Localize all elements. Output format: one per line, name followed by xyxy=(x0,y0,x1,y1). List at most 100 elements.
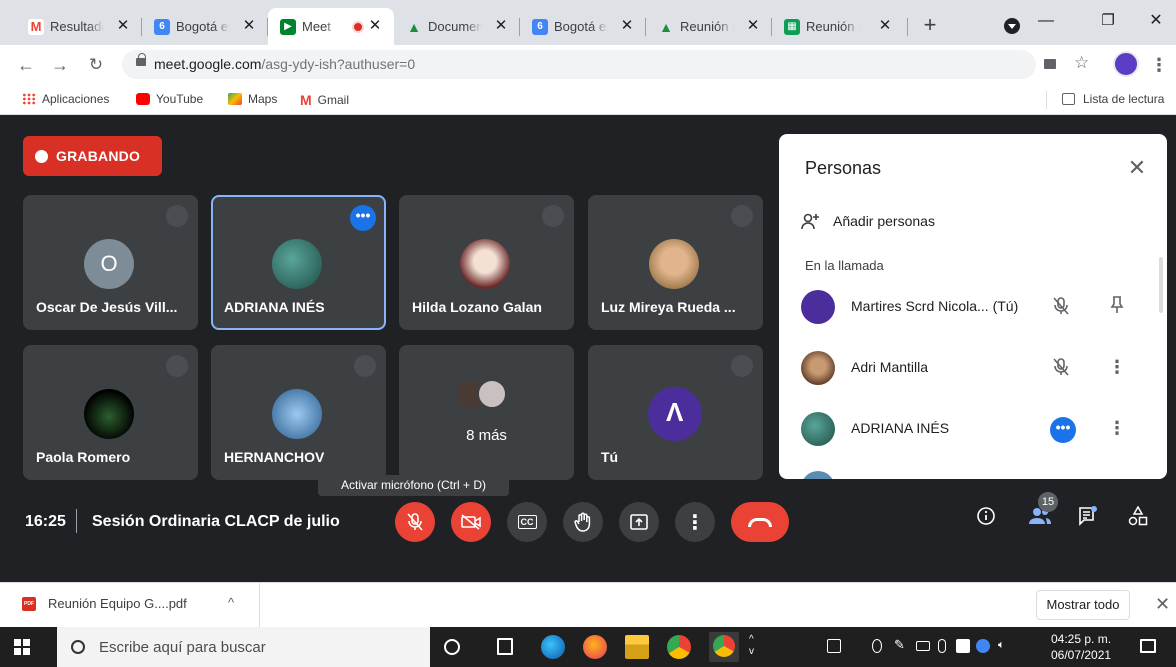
tab-drive-reunion[interactable]: ▲ Reunión E ✕ xyxy=(646,8,772,45)
pin-icon[interactable] xyxy=(1107,296,1127,316)
reload-icon[interactable]: ↻ xyxy=(84,53,108,77)
activities-button[interactable] xyxy=(1124,505,1152,534)
participant-row[interactable]: Adri Mantilla ⋮ xyxy=(779,343,1167,395)
close-icon[interactable]: ✕ xyxy=(492,17,510,35)
bookmark-gmail[interactable]: M Gmail xyxy=(300,92,349,108)
youtube-icon xyxy=(136,93,150,105)
more-participants-tile[interactable]: 8 más xyxy=(399,345,574,480)
task-view-icon[interactable] xyxy=(497,638,513,655)
url-text[interactable]: meet.google.com/asg-ydy-ish?authuser=0 xyxy=(154,56,415,72)
mic-off-icon xyxy=(1051,296,1071,316)
more-options-icon[interactable]: ⋮ xyxy=(1107,357,1127,377)
lock-icon[interactable] xyxy=(136,53,146,66)
participant-tile[interactable]: HERNANCHOV xyxy=(211,345,386,480)
battery-icon[interactable] xyxy=(916,641,930,651)
tab-calendar-2[interactable]: 6 Bogotá es ✕ xyxy=(520,8,646,45)
participant-row[interactable]: Martires Scrd Nicola... (Tú) xyxy=(779,282,1167,334)
close-icon[interactable]: ✕ xyxy=(876,17,894,35)
panel-scrollbar[interactable] xyxy=(1159,257,1163,313)
camera-toggle-button[interactable] xyxy=(451,502,491,542)
captions-button[interactable]: CC xyxy=(507,502,547,542)
bookmark-maps[interactable]: Maps xyxy=(228,92,277,106)
tab-gmail[interactable]: M Resultados ✕ xyxy=(16,8,142,45)
minimize-button[interactable]: — xyxy=(1026,8,1066,34)
profile-avatar[interactable] xyxy=(1113,51,1139,77)
pen-icon[interactable]: ✎ xyxy=(894,637,908,652)
microphone-icon[interactable] xyxy=(938,639,946,653)
participant-tile[interactable]: ••• ADRIANA INÉS xyxy=(211,195,386,330)
raise-hand-button[interactable] xyxy=(563,502,603,542)
more-options-icon[interactable]: ⋮ xyxy=(1107,418,1127,438)
drive-icon: ▲ xyxy=(407,18,421,35)
tab-title: Resultados xyxy=(50,19,104,34)
mic-off-icon xyxy=(1051,357,1071,377)
edge-icon[interactable] xyxy=(541,635,565,659)
close-icon[interactable]: ✕ xyxy=(1124,155,1150,181)
tab-title: Documento xyxy=(428,19,482,34)
display-icon[interactable] xyxy=(956,639,970,653)
network-icon[interactable] xyxy=(976,639,990,653)
tab-search-icon[interactable] xyxy=(1004,18,1020,34)
address-bar[interactable]: meet.google.com/asg-ydy-ish?authuser=0 xyxy=(122,50,1036,79)
add-people-button[interactable]: Añadir personas xyxy=(801,212,935,230)
volume-icon[interactable]: 🔈︎ xyxy=(998,639,1022,653)
participant-tile[interactable]: Luz Mireya Rueda ... xyxy=(588,195,763,330)
self-tile[interactable]: Λ Tú xyxy=(588,345,763,480)
participant-row[interactable]: ADRIANA INÉS ••• ⋮ xyxy=(779,404,1167,456)
avatar: O xyxy=(84,239,134,289)
cortana-icon[interactable] xyxy=(444,639,460,655)
close-icon[interactable]: ✕ xyxy=(240,17,258,35)
bookmark-label: Maps xyxy=(248,92,278,106)
url-path: /asg-ydy-ish?authuser=0 xyxy=(261,56,416,72)
chevron-up-icon[interactable]: ^ v xyxy=(749,634,754,658)
download-item[interactable]: PDF Reunión Equipo G....pdf xyxy=(22,596,187,611)
location-icon[interactable] xyxy=(872,639,882,653)
chat-button[interactable] xyxy=(1074,506,1102,534)
restore-button[interactable]: ❐ xyxy=(1088,8,1128,34)
tab-meet[interactable]: ▶ Meet ✕ xyxy=(268,8,394,45)
close-icon[interactable]: ✕ xyxy=(114,17,132,35)
close-icon[interactable]: ✕ xyxy=(366,17,384,35)
file-explorer-icon[interactable] xyxy=(625,635,649,659)
bookmark-star-icon[interactable]: ☆ xyxy=(1074,53,1089,73)
notification-icon[interactable] xyxy=(1140,639,1156,653)
firefox-icon[interactable] xyxy=(583,635,607,659)
bookmark-apps[interactable]: Aplicaciones xyxy=(22,92,109,106)
info-icon xyxy=(977,507,995,525)
calendar-icon: 6 xyxy=(532,18,548,35)
keyboard-icon[interactable] xyxy=(827,639,841,653)
bookmark-youtube[interactable]: YouTube xyxy=(136,92,203,106)
clock[interactable]: 04:25 p. m. 06/07/2021 xyxy=(1051,631,1111,663)
close-icon[interactable]: ✕ xyxy=(618,17,636,35)
meeting-details-button[interactable] xyxy=(972,506,1000,534)
present-screen-button[interactable] xyxy=(619,502,659,542)
close-icon[interactable]: ✕ xyxy=(744,17,762,35)
reading-list-button[interactable]: Lista de lectura xyxy=(1062,92,1164,106)
chrome-icon[interactable] xyxy=(667,635,691,659)
participant-tile[interactable]: Paola Romero xyxy=(23,345,198,480)
taskbar-search-input[interactable]: Escribe aquí para buscar xyxy=(57,627,430,667)
tab-sheets-reunion[interactable]: ▦ Reunión E ✕ xyxy=(772,8,908,45)
avatar xyxy=(460,239,510,289)
tab-calendar-1[interactable]: 6 Bogotá es ✕ xyxy=(142,8,268,45)
back-icon[interactable]: ← xyxy=(14,53,38,77)
participant-tile[interactable]: O Oscar De Jesús Vill... xyxy=(23,195,198,330)
mic-off-icon xyxy=(731,205,753,227)
forward-icon[interactable]: → xyxy=(48,53,72,77)
browser-menu-icon[interactable]: ⋮ xyxy=(1150,53,1168,77)
leave-call-button[interactable] xyxy=(731,502,789,542)
recording-badge[interactable]: GRABANDO xyxy=(23,136,162,176)
camera-in-use-icon[interactable] xyxy=(1044,59,1056,69)
close-icon[interactable]: ✕ xyxy=(1155,594,1170,615)
chrome-profile-icon[interactable] xyxy=(709,632,739,662)
microphone-toggle-button[interactable] xyxy=(395,502,435,542)
participant-tile[interactable]: Hilda Lozano Galan xyxy=(399,195,574,330)
tab-drive-document[interactable]: ▲ Documento ✕ xyxy=(394,8,520,45)
more-options-button[interactable]: ⋮ xyxy=(675,502,715,542)
chevron-up-icon[interactable]: ^ xyxy=(228,595,234,610)
windows-start-icon[interactable] xyxy=(14,639,30,655)
more-options-icon[interactable]: ••• xyxy=(350,205,376,231)
new-tab-button[interactable]: + xyxy=(918,13,942,37)
window-close-button[interactable]: ✕ xyxy=(1136,8,1176,34)
show-all-button[interactable]: Mostrar todo xyxy=(1036,590,1130,620)
